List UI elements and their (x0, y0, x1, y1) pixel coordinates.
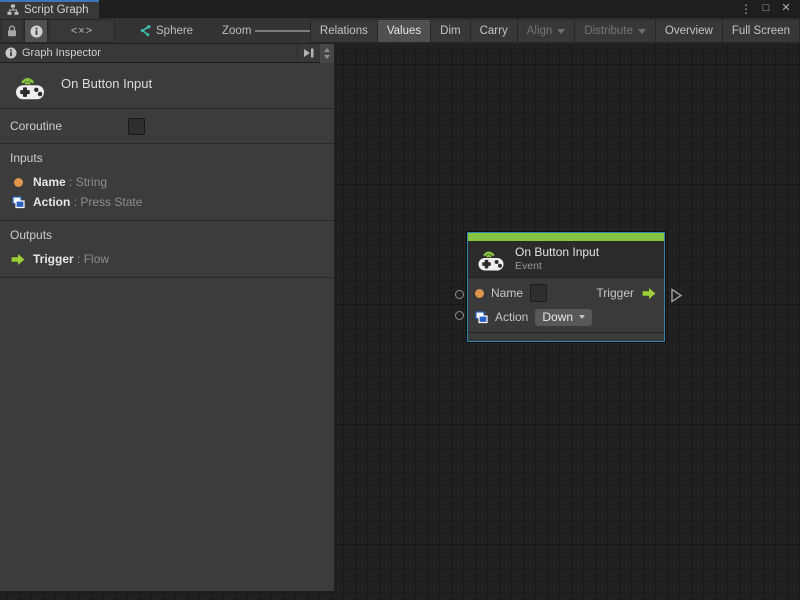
info-icon (5, 47, 17, 59)
node-right-port-triangle[interactable] (670, 288, 683, 303)
lock-icon (8, 25, 16, 37)
node-row-action: Action Down (475, 307, 657, 328)
align-button[interactable]: Align (517, 19, 576, 43)
info-icon (30, 25, 42, 37)
inspector-title: Graph Inspector (22, 47, 101, 59)
flow-arrow-icon (11, 253, 25, 265)
toolbar-right-group: Relations Values Dim Carry Align Distrib… (309, 19, 800, 43)
node-left-port-circle[interactable] (455, 290, 464, 299)
info-button[interactable] (24, 19, 48, 43)
code-view-button[interactable]: <×> (49, 19, 115, 43)
port-name: Trigger (33, 252, 74, 266)
spinner-down-icon (324, 54, 330, 59)
graph-name-label: Sphere (156, 25, 194, 37)
node-title: On Button Input (515, 245, 600, 260)
coroutine-checkbox[interactable] (128, 118, 145, 135)
enum-port-icon (11, 195, 25, 208)
gamepad-icon (16, 78, 44, 100)
window-controls: ⋮ □ ✕ (738, 0, 800, 17)
outputs-section: Outputs Trigger : Flow (0, 221, 334, 278)
graph-asset-icon (140, 25, 151, 37)
values-label: Values (386, 25, 422, 37)
coroutine-row: Coroutine (0, 109, 334, 144)
carry-button[interactable]: Carry (470, 19, 518, 43)
inputs-section: Inputs Name : String Action : Press Stat… (0, 144, 334, 221)
lock-button[interactable] (1, 19, 23, 43)
relations-button[interactable]: Relations (309, 19, 378, 43)
outputs-header: Outputs (10, 228, 53, 242)
node-header: On Button Input Event (468, 241, 664, 278)
port-type: : Flow (77, 252, 110, 266)
input-row-action: Action : Press State (10, 192, 334, 212)
window-menu-icon[interactable]: ⋮ (738, 1, 754, 17)
dropdown-arrow-icon (557, 28, 566, 34)
tab-label: Script Graph (24, 4, 89, 16)
dim-label: Dim (440, 25, 461, 37)
node-port-label: Trigger (596, 286, 634, 300)
align-label: Align (526, 25, 553, 37)
flow-arrow-icon[interactable] (641, 287, 657, 299)
fullscreen-label: Full Screen (731, 25, 790, 37)
on-button-input-node[interactable]: On Button Input Event Name Trigger Actio… (467, 232, 665, 342)
value-port-icon (13, 177, 23, 187)
node-row-name: Name Trigger (475, 283, 657, 304)
node-accent-bar (468, 233, 664, 241)
spinner-up-icon (324, 47, 330, 52)
coroutine-label: Coroutine (10, 119, 63, 133)
script-graph-window: Script Graph ⋮ □ ✕ <×> Sphere Zoom Relat… (0, 0, 800, 600)
name-input-field[interactable] (530, 284, 548, 302)
inputs-header: Inputs (10, 151, 43, 165)
node-port-label: Action (495, 310, 529, 324)
action-dropdown[interactable]: Down (535, 308, 593, 326)
port-type: : Press State (73, 195, 143, 209)
inspector-header-icons (297, 43, 334, 63)
values-button[interactable]: Values (377, 19, 432, 43)
node-port-label: Name (491, 286, 524, 300)
carry-label: Carry (479, 25, 508, 37)
maximize-icon[interactable]: □ (758, 1, 774, 17)
distribute-button[interactable]: Distribute (575, 19, 656, 43)
node-subtitle: Event (515, 259, 542, 272)
dim-button[interactable]: Dim (431, 19, 471, 43)
overview-label: Overview (664, 25, 713, 37)
tab-bar: Script Graph ⋮ □ ✕ (0, 0, 800, 18)
graph-hierarchy-icon (7, 4, 19, 15)
panel-spinner[interactable] (320, 43, 334, 63)
value-port-icon[interactable] (475, 288, 484, 298)
unit-title-section: On Button Input (0, 63, 334, 109)
action-dropdown-value: Down (542, 310, 574, 324)
tab-script-graph[interactable]: Script Graph (0, 0, 99, 18)
graph-inspector-panel: Graph Inspector On Button Input Coroutin… (0, 43, 335, 592)
zoom-label: Zoom (222, 25, 252, 37)
inspector-empty-area (0, 278, 334, 591)
dropdown-arrow-icon (637, 28, 646, 34)
dropdown-arrow-icon (579, 315, 586, 319)
gamepad-icon (478, 251, 504, 270)
port-name: Name (33, 175, 66, 189)
relations-label: Relations (319, 25, 368, 37)
output-row-trigger: Trigger : Flow (10, 249, 334, 269)
port-type: : String (69, 175, 108, 189)
port-name: Action (33, 195, 71, 209)
input-row-name: Name : String (10, 172, 334, 192)
unit-title: On Button Input (61, 76, 153, 91)
close-icon[interactable]: ✕ (778, 1, 794, 17)
overview-button[interactable]: Overview (655, 19, 723, 43)
distribute-label: Distribute (584, 25, 633, 37)
code-icon: <×> (70, 25, 94, 37)
dock-icon (303, 48, 313, 58)
fullscreen-button[interactable]: Full Screen (722, 19, 800, 43)
node-body: Name Trigger Action Down (468, 278, 664, 332)
toolbar: <×> Sphere Zoom 1x Relations Values Dim … (0, 18, 800, 44)
enum-port-icon[interactable] (475, 310, 488, 324)
inspector-header: Graph Inspector (0, 43, 334, 63)
dock-panel-button[interactable] (298, 44, 320, 63)
node-left-port-circle[interactable] (455, 311, 464, 320)
node-footer (468, 332, 664, 341)
